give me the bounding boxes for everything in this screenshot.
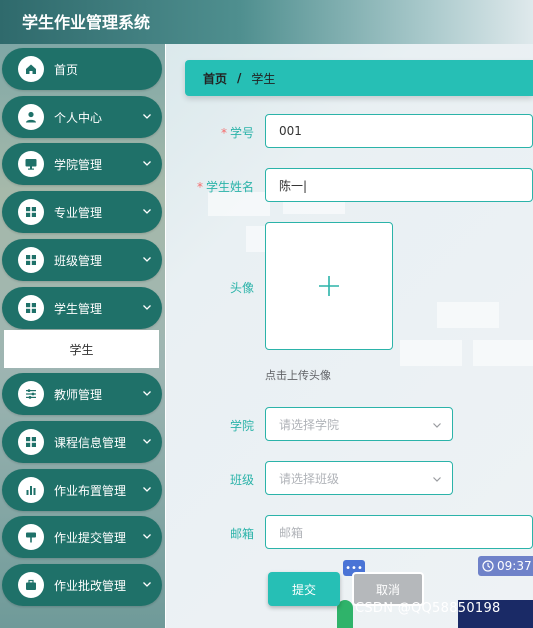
sidebar-item-class[interactable]: 班级管理 xyxy=(2,239,162,281)
breadcrumb-home[interactable]: 首页 xyxy=(203,70,227,87)
background-tile xyxy=(208,192,270,216)
student-name-label: * 学生姓名 xyxy=(196,180,254,194)
sidebar-item-college[interactable]: 学院管理 xyxy=(2,143,162,185)
chevron-up-icon xyxy=(143,305,151,310)
sidebar-item-course-info[interactable]: 课程信息管理 xyxy=(2,421,162,463)
submit-button[interactable]: 提交 xyxy=(268,572,340,606)
avatar-uploader[interactable] xyxy=(265,222,393,350)
chevron-down-icon xyxy=(143,391,151,396)
sidebar-item-homework-grade[interactable]: 作业批改管理 xyxy=(2,564,162,606)
breadcrumb-current: 学生 xyxy=(251,71,276,86)
student-id-label: * 学号 xyxy=(220,126,254,140)
sidebar-item-label: 学院管理 xyxy=(54,157,103,172)
sidebar-item-label: 作业布置管理 xyxy=(54,483,127,498)
student-id-input[interactable]: 001 xyxy=(265,114,533,148)
email-label: 邮箱 xyxy=(229,527,254,541)
breadcrumb: 首页 / 学生 xyxy=(185,60,533,96)
bar-chart-icon xyxy=(18,477,44,503)
chevron-down-icon xyxy=(143,487,151,492)
email-field[interactable]: 邮箱 xyxy=(265,515,533,549)
sidebar-item-label: 学生管理 xyxy=(54,301,103,316)
clock-time: 09:37 xyxy=(497,559,532,573)
class-label: 班级 xyxy=(229,473,254,487)
chevron-down-icon xyxy=(143,257,151,262)
plus-icon xyxy=(319,276,339,296)
clock-badge: 09:37 xyxy=(478,556,533,576)
chevron-down-icon xyxy=(433,423,441,428)
sidebar-item-personal-center[interactable]: 个人中心 xyxy=(2,96,162,138)
grid-icon xyxy=(18,429,44,455)
sidebar-item-label: 首页 xyxy=(54,62,79,77)
required-mark: * xyxy=(220,126,227,140)
chevron-down-icon xyxy=(143,582,151,587)
chevron-down-icon xyxy=(143,209,151,214)
app-header: 学生作业管理系统 xyxy=(0,0,533,44)
sidebar-item-label: 个人中心 xyxy=(54,110,103,125)
chevron-down-icon xyxy=(143,534,151,539)
avatar-upload-hint: 点击上传头像 xyxy=(265,369,331,382)
briefcase-icon xyxy=(18,572,44,598)
clock-icon xyxy=(482,560,494,572)
grid-icon xyxy=(18,247,44,273)
submenu-item-student[interactable]: 学生 xyxy=(4,330,159,368)
college-select[interactable]: 请选择学院 xyxy=(265,407,453,441)
sidebar-item-teacher[interactable]: 教师管理 xyxy=(2,373,162,415)
sidebar-item-homework-assign[interactable]: 作业布置管理 xyxy=(2,469,162,511)
monitor-icon xyxy=(18,151,44,177)
sidebar-item-homework-submit[interactable]: 作业提交管理 xyxy=(2,516,162,558)
user-icon xyxy=(18,104,44,130)
chevron-down-icon xyxy=(433,477,441,482)
background-tile xyxy=(437,302,499,328)
avatar-label: 头像 xyxy=(229,281,254,295)
sidebar-item-label: 课程信息管理 xyxy=(54,435,127,450)
grid-icon xyxy=(18,199,44,225)
required-mark: * xyxy=(196,180,203,194)
college-label: 学院 xyxy=(229,419,254,433)
sidebar-item-label: 教师管理 xyxy=(54,387,103,402)
sidebar-item-label: 班级管理 xyxy=(54,253,103,268)
chevron-down-icon xyxy=(143,114,151,119)
sliders-icon xyxy=(18,381,44,407)
grid-icon xyxy=(18,295,44,321)
sidebar-item-label: 作业批改管理 xyxy=(54,578,127,593)
breadcrumb-separator: / xyxy=(237,71,242,85)
home-icon xyxy=(18,56,44,82)
mascot-fragment xyxy=(337,600,353,628)
sidebar-item-student[interactable]: 学生管理 xyxy=(2,287,162,329)
background-tile xyxy=(473,340,533,366)
background-tile xyxy=(400,340,462,366)
chevron-down-icon xyxy=(143,439,151,444)
sidebar-item-home[interactable]: 首页 xyxy=(2,48,162,90)
app-title: 学生作业管理系统 xyxy=(22,13,151,32)
student-name-input[interactable]: 陈一| xyxy=(265,168,533,202)
watermark-text: CSDN @QQ58850198 xyxy=(355,601,501,616)
signpost-icon xyxy=(18,524,44,550)
sidebar-item-major[interactable]: 专业管理 xyxy=(2,191,162,233)
class-select[interactable]: 请选择班级 xyxy=(265,461,453,495)
chevron-down-icon xyxy=(143,161,151,166)
sidebar-item-label: 作业提交管理 xyxy=(54,530,127,545)
sidebar-item-label: 专业管理 xyxy=(54,205,103,220)
